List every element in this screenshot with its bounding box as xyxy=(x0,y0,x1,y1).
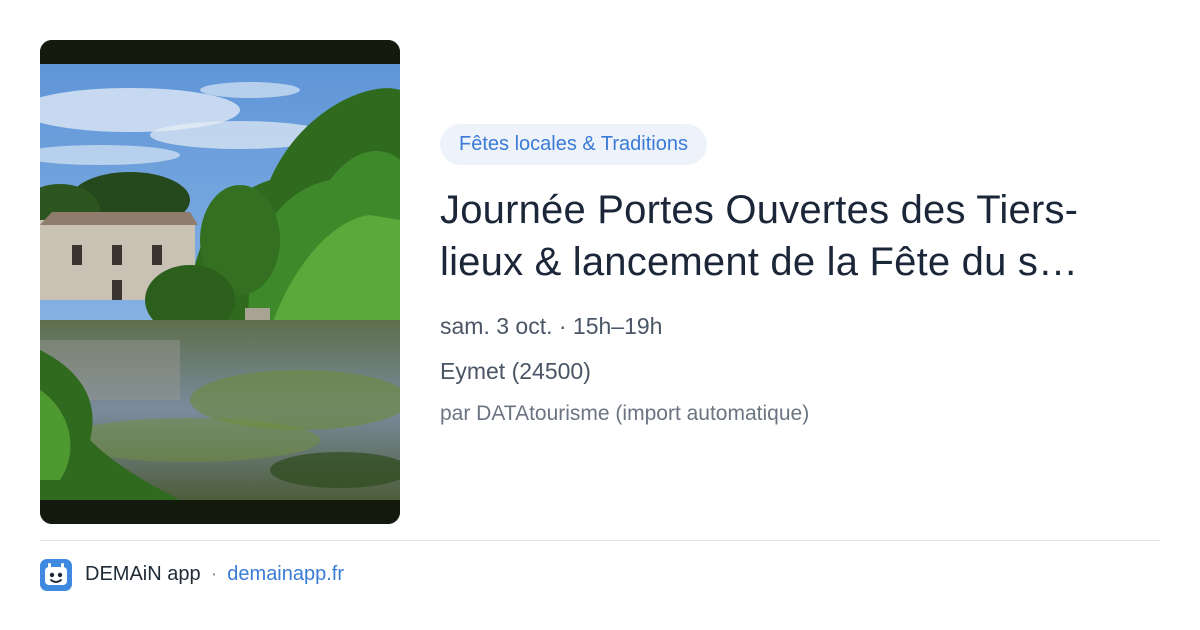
app-url-link[interactable]: demainapp.fr xyxy=(227,563,344,586)
event-date-time: sam. 3 oct. · 15h–19h xyxy=(440,313,663,339)
footer-separator: · xyxy=(210,563,218,585)
category-badge[interactable]: Fêtes locales & Traditions xyxy=(440,124,707,165)
event-title-line-1: Journée Portes Ouvertes des Tiers- xyxy=(440,188,1079,232)
demain-app-logo-icon[interactable] xyxy=(40,558,72,591)
app-name: DEMAiN app xyxy=(85,563,201,585)
event-location: Eymet (24500) xyxy=(440,358,591,384)
event-title-line-2: lieux & lancement de la Fête du s… xyxy=(440,240,1079,284)
event-photo[interactable] xyxy=(40,40,400,524)
event-photo-image xyxy=(40,40,400,524)
footer-divider xyxy=(40,540,1160,541)
event-title[interactable]: Journée Portes Ouvertes des Tiers- lieux… xyxy=(440,184,1160,288)
event-source: par DATAtourisme (import automatique) xyxy=(440,402,810,425)
footer: DEMAiN app · demainapp.fr xyxy=(40,558,344,591)
